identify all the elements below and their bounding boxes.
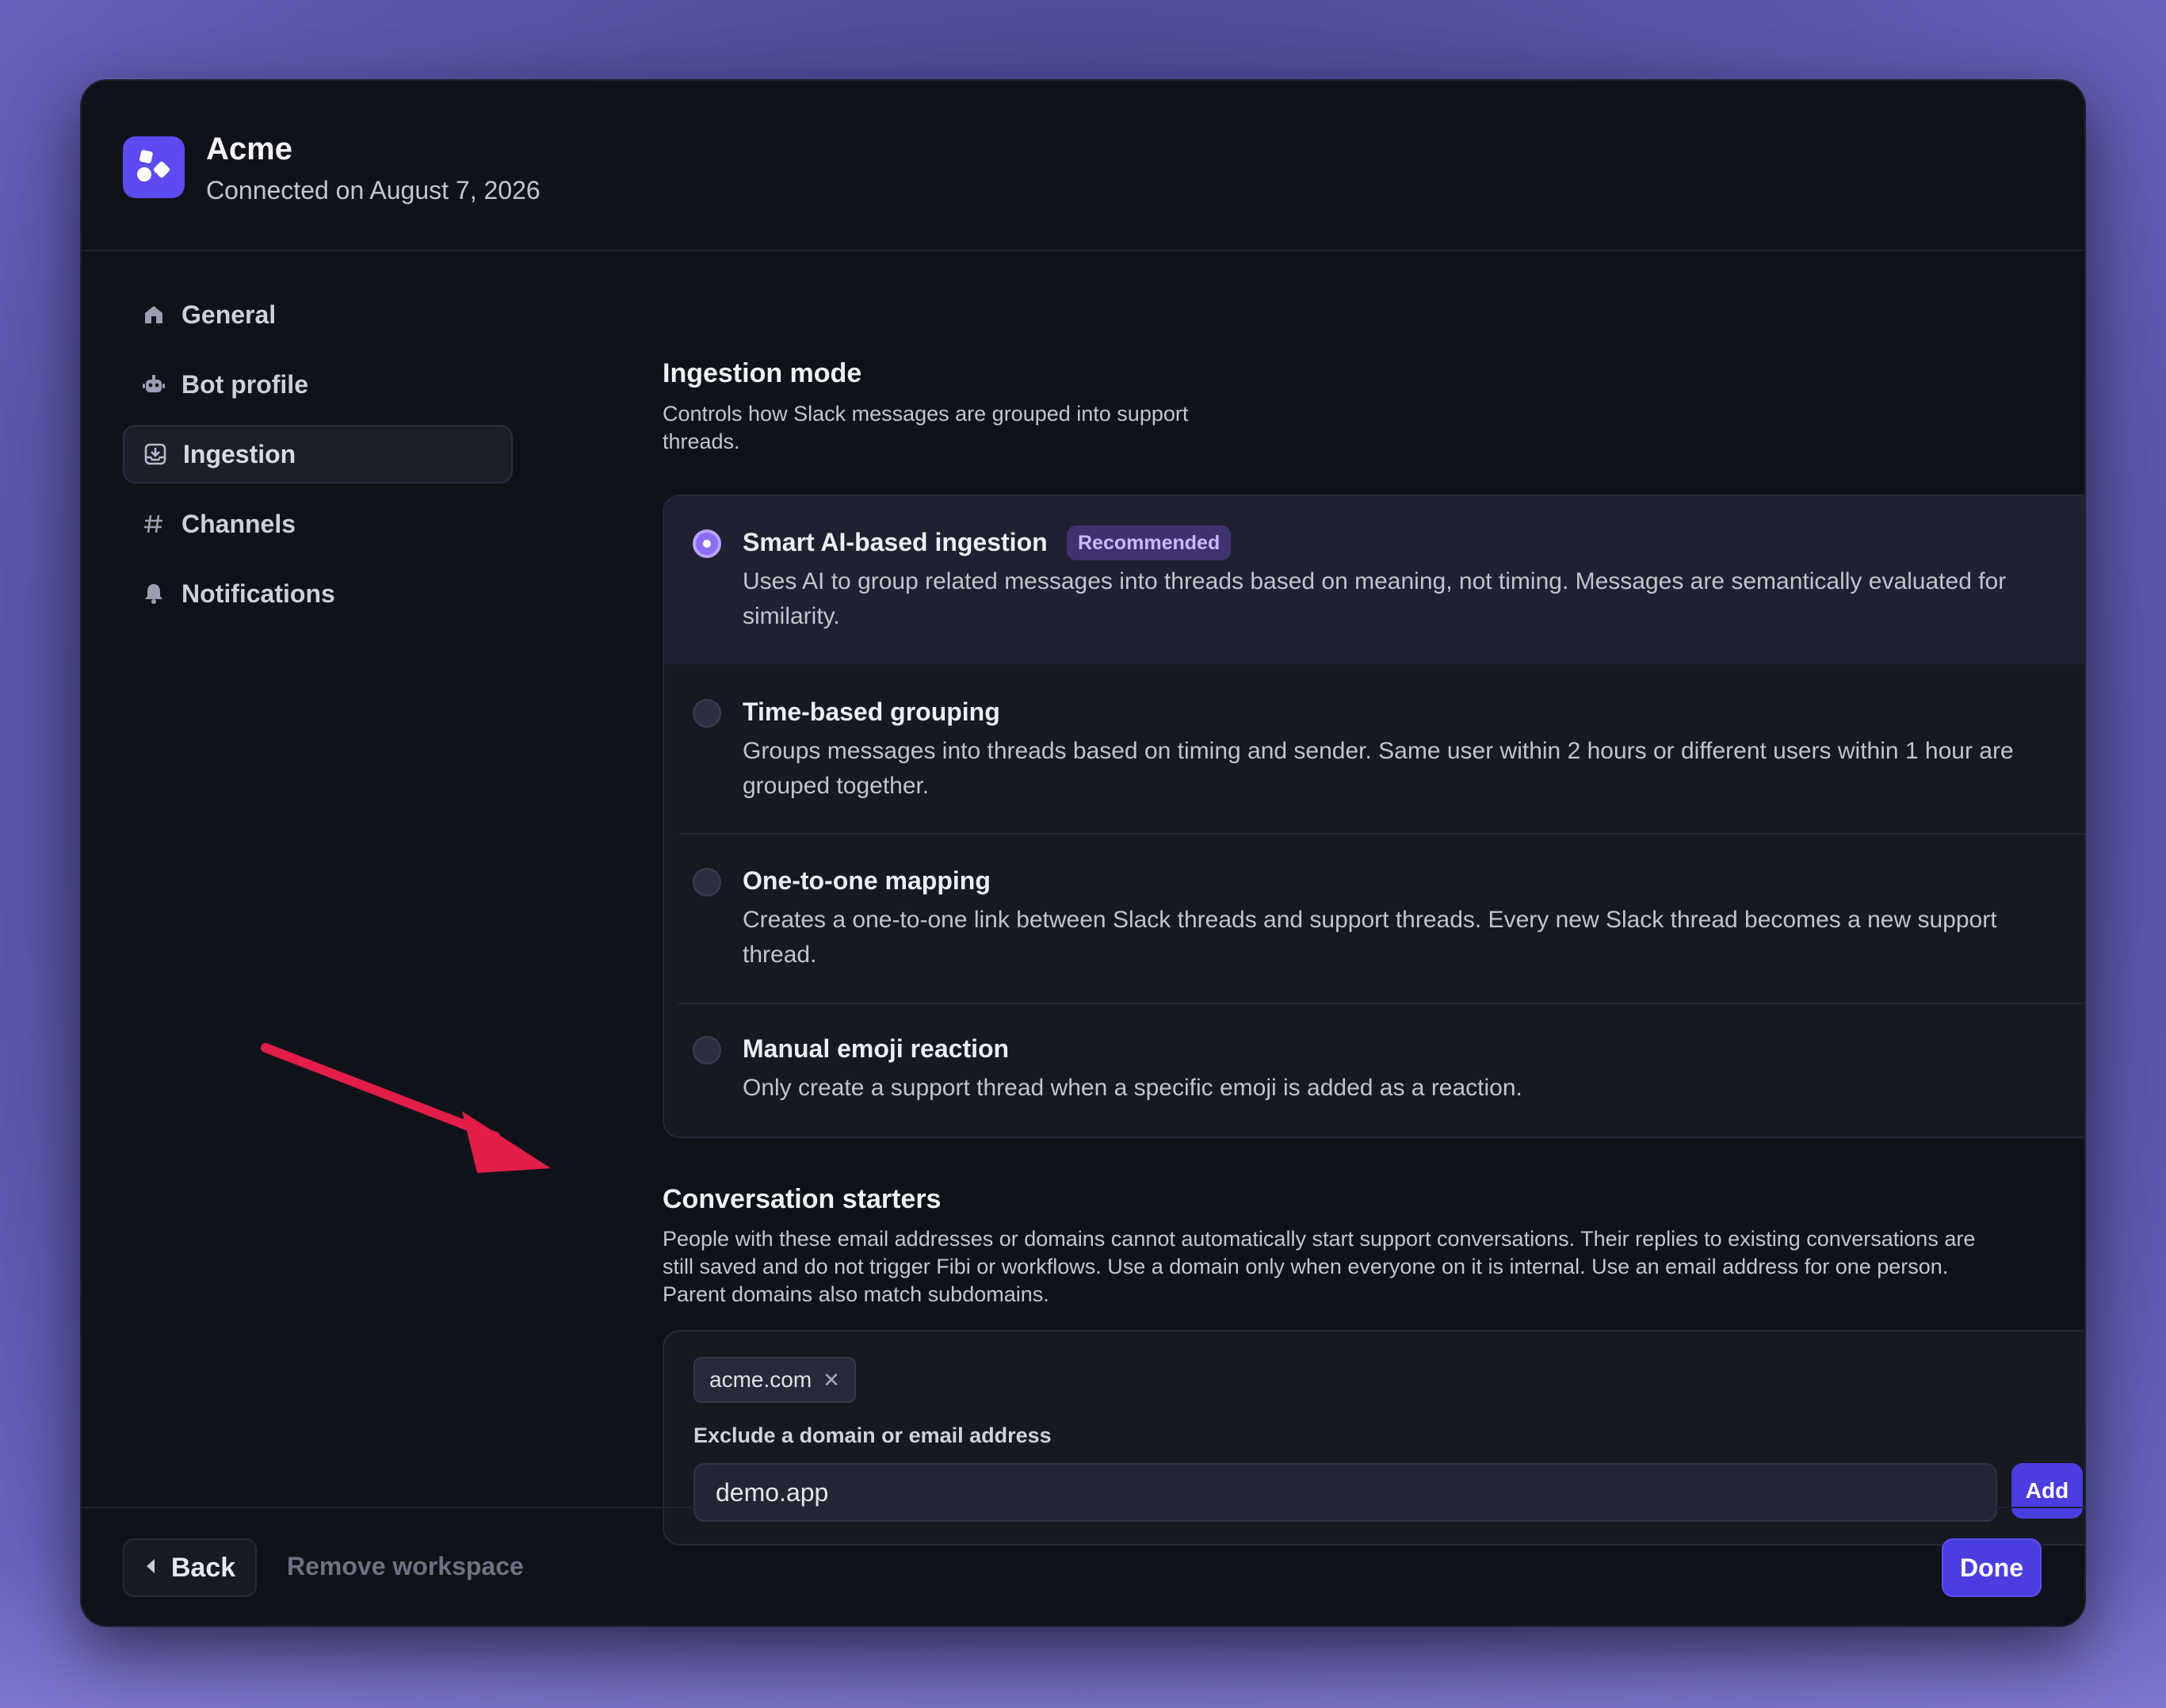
annotation-arrow-icon	[261, 1043, 551, 1173]
bot-icon	[140, 371, 167, 398]
hash-icon	[140, 510, 167, 537]
dialog-header: Acme Connected on August 7, 2026	[82, 81, 2084, 251]
option-description: Creates a one-to-one link between Slack …	[743, 907, 1997, 968]
ingestion-header: Ingestion mode Controls how Slack messag…	[663, 358, 2084, 456]
sidebar-item-label: Ingestion	[183, 439, 296, 468]
radio-unselected-icon[interactable]	[693, 699, 721, 728]
done-button[interactable]: Done	[1942, 1538, 2042, 1597]
radio-selected-icon[interactable]	[693, 529, 721, 558]
option-title: Time-based grouping	[743, 697, 1000, 726]
sidebar-item-bot-profile[interactable]: Bot profile	[123, 355, 513, 414]
back-button[interactable]: Back	[123, 1538, 257, 1597]
remove-chip-close-icon[interactable]: ✕	[823, 1370, 840, 1390]
workspace-logo-icon	[123, 136, 185, 198]
ingestion-icon	[142, 441, 169, 468]
ingestion-mode-title: Ingestion mode	[663, 358, 862, 388]
dialog-footer: Back Remove workspace Done	[82, 1507, 2084, 1626]
option-manual-emoji[interactable]: Manual emoji reaction Only create a supp…	[664, 1004, 2084, 1137]
sidebar-item-label: Channels	[181, 509, 296, 538]
option-time-based[interactable]: Time-based grouping Groups messages into…	[664, 664, 2084, 833]
sidebar-item-label: Notifications	[181, 579, 335, 608]
sidebar-item-label: General	[181, 300, 277, 329]
chip-label: acme.com	[709, 1367, 812, 1392]
ingestion-mode-description: Controls how Slack messages are grouped …	[663, 402, 1189, 453]
workspace-settings-dialog: Acme Connected on August 7, 2026 General…	[80, 79, 2086, 1627]
sidebar-item-channels[interactable]: Channels	[123, 495, 513, 553]
option-title: Smart AI-based ingestion	[743, 528, 1048, 556]
caret-left-icon	[144, 1557, 157, 1579]
sidebar-item-general[interactable]: General	[123, 285, 513, 344]
bell-icon	[140, 580, 167, 607]
option-smart-ai[interactable]: Smart AI-based ingestion Recommended Use…	[664, 496, 2084, 664]
option-description: Uses AI to group related messages into t…	[743, 568, 2007, 629]
radio-unselected-icon[interactable]	[693, 1036, 721, 1064]
sidebar-item-label: Bot profile	[181, 369, 308, 399]
ingestion-options-group: Smart AI-based ingestion Recommended Use…	[663, 495, 2084, 1138]
back-button-label: Back	[170, 1552, 236, 1583]
option-one-to-one[interactable]: One-to-one mapping Creates a one-to-one …	[664, 835, 2084, 1003]
remove-workspace-button[interactable]: Remove workspace	[287, 1552, 524, 1581]
home-icon	[140, 301, 167, 328]
radio-unselected-icon[interactable]	[693, 868, 721, 896]
sidebar-item-notifications[interactable]: Notifications	[123, 564, 513, 623]
exclude-field-label: Exclude a domain or email address	[693, 1423, 1052, 1447]
recommended-badge: Recommended	[1067, 525, 1232, 560]
option-description: Groups messages into threads based on ti…	[743, 738, 2014, 799]
option-title: Manual emoji reaction	[743, 1034, 1010, 1063]
conversation-starters-description: People with these email addresses or dom…	[663, 1227, 1976, 1306]
workspace-name: Acme	[206, 132, 292, 166]
settings-sidebar: General Bot profile Ingestion Channels N…	[123, 285, 513, 634]
excluded-domain-chip: acme.com ✕	[693, 1357, 856, 1403]
connection-date: Connected on August 7, 2026	[206, 176, 541, 204]
conversation-starters-title: Conversation starters	[663, 1184, 942, 1214]
sidebar-item-ingestion[interactable]: Ingestion	[123, 425, 513, 483]
option-description: Only create a support thread when a spec…	[743, 1075, 1522, 1101]
option-title: One-to-one mapping	[743, 866, 991, 895]
